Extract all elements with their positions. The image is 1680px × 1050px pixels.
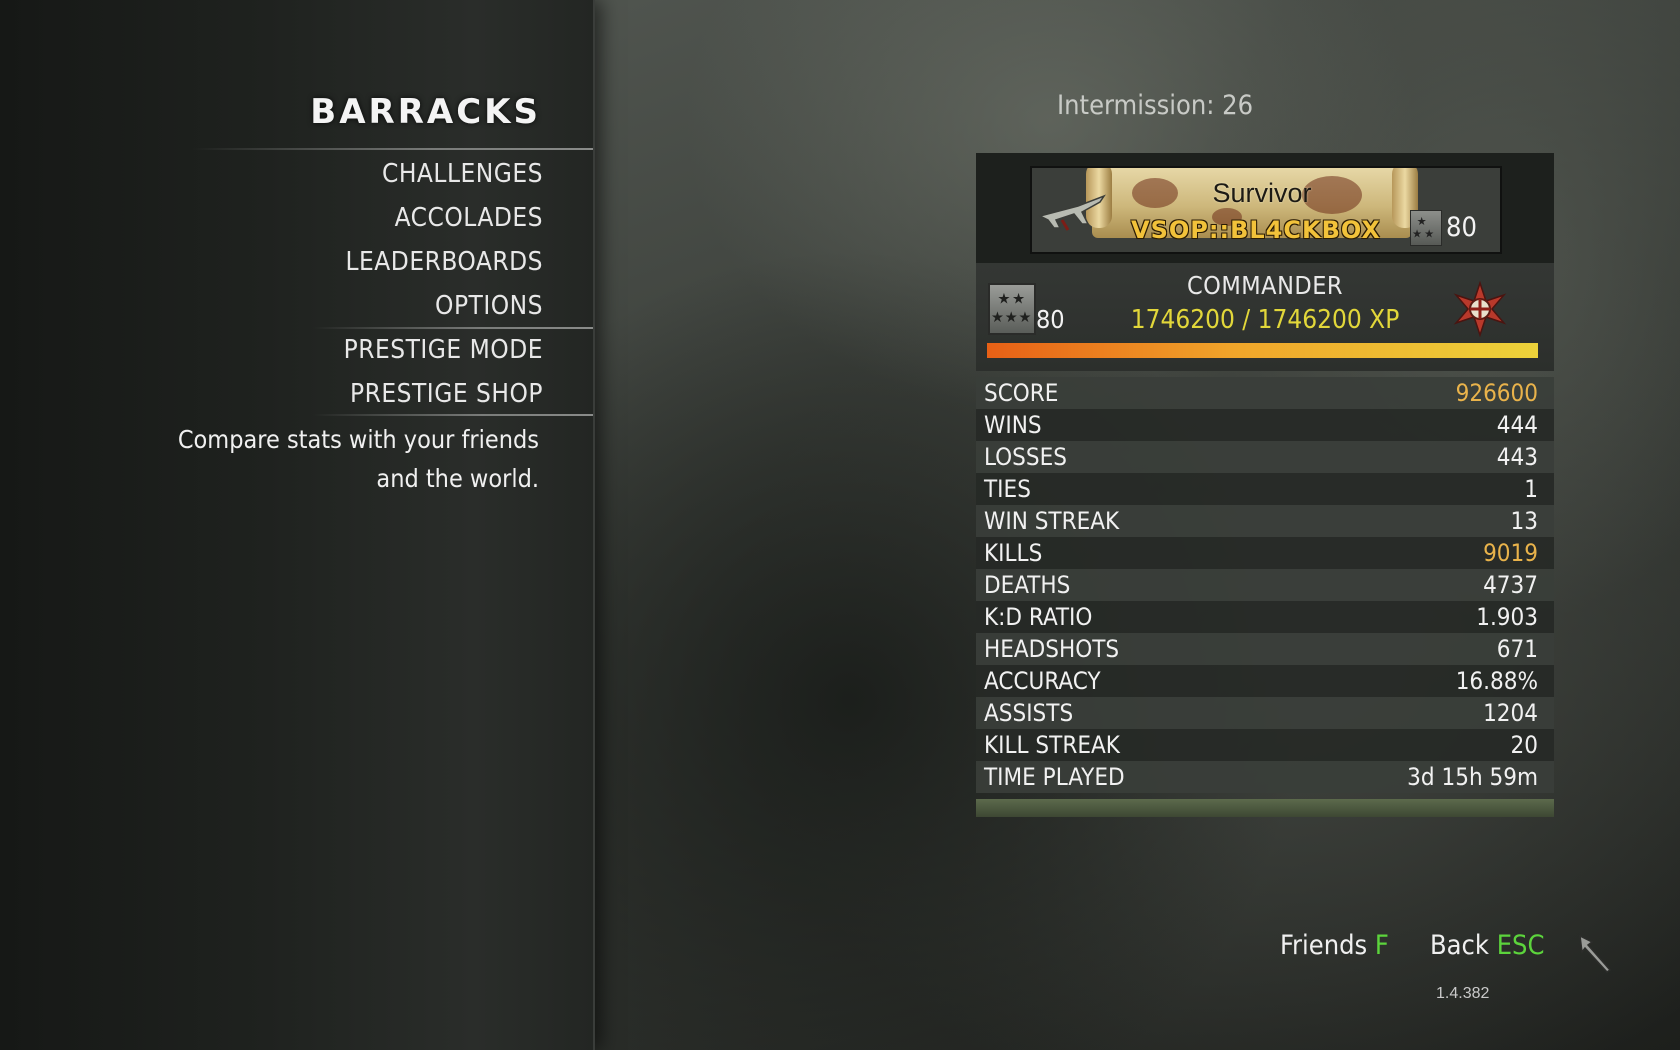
callsign-banner: Survivor VSOP::BL4CKBOX ★ ★ ★ 80: [1030, 166, 1502, 254]
menu-item-leaderboards[interactable]: LEADERBOARDS: [143, 242, 543, 282]
menu-title: BARRACKS: [310, 92, 541, 132]
stat-row: KILLS 9019: [976, 537, 1554, 569]
stat-value: 3d 15h 59m: [1407, 763, 1538, 791]
menu-item-challenges[interactable]: CHALLENGES: [143, 154, 543, 194]
back-label: Back: [1430, 930, 1489, 961]
stat-row: DEATHS 4737: [976, 569, 1554, 601]
callsign-title: Survivor: [1212, 178, 1312, 208]
menu-divider: [313, 327, 593, 329]
stats-table: SCORE 926600 WINS 444 LOSSES 443 TIES 1 WIN STRE…: [976, 377, 1554, 793]
menu-item-accolades[interactable]: ACCOLADES: [143, 198, 543, 238]
intermission-label: Intermission:: [1057, 90, 1215, 121]
svg-text:★: ★: [1412, 227, 1422, 240]
menu-item-prestige-shop[interactable]: PRESTIGE SHOP: [143, 374, 543, 414]
intermission-timer: Intermission: 26: [1057, 90, 1253, 121]
stat-row: KILL STREAK 20: [976, 729, 1554, 761]
menu-divider: [313, 414, 593, 416]
stat-label: HEADSHOTS: [984, 635, 1120, 663]
menu-item-options[interactable]: OPTIONS: [143, 286, 543, 326]
stat-label: WIN STREAK: [984, 507, 1120, 535]
back-key-hint: ESC: [1496, 930, 1545, 961]
description-line: Compare stats with your friends: [177, 425, 539, 454]
player-stats-card: Survivor VSOP::BL4CKBOX ★ ★ ★ 80 COMMAND…: [976, 153, 1554, 817]
stat-label: KILLS: [984, 539, 1043, 567]
friends-label: Friends: [1280, 930, 1368, 961]
stat-row: WINS 444: [976, 409, 1554, 441]
stat-row: WIN STREAK 13: [976, 505, 1554, 537]
stat-value: 20: [1510, 731, 1538, 759]
xp-max: 1746200 XP: [1257, 305, 1400, 335]
mouse-cursor-icon: [1579, 934, 1612, 973]
xp-progress-fill: [987, 343, 1538, 358]
stat-label: K:D RATIO: [984, 603, 1093, 631]
stat-value: 444: [1496, 411, 1538, 439]
stat-value: 13: [1510, 507, 1538, 535]
stat-label: DEATHS: [984, 571, 1071, 599]
svg-text:★: ★: [1424, 227, 1434, 240]
stat-label: WINS: [984, 411, 1042, 439]
stat-row: LOSSES 443: [976, 441, 1554, 473]
stat-label: LOSSES: [984, 443, 1067, 471]
menu-description: Compare stats with your friends and the …: [119, 420, 539, 498]
rank-section: COMMANDER ★ ★ ★ ★ ★ 80 1746200 / 1746200…: [976, 263, 1554, 371]
stat-label: SCORE: [984, 379, 1059, 407]
friends-button[interactable]: Friends F: [1280, 930, 1389, 961]
callsign-level: 80: [1446, 212, 1477, 243]
stat-value: 1.903: [1476, 603, 1538, 631]
stat-value: 671: [1496, 635, 1538, 663]
friends-key-hint: F: [1374, 930, 1389, 961]
rank-insignia-icon: ★ ★ ★: [1410, 210, 1442, 246]
svg-text:★: ★: [1417, 215, 1427, 228]
prestige-emblem-icon: [1453, 281, 1507, 337]
stat-row: ACCURACY 16.88%: [976, 665, 1554, 697]
xp-separator: /: [1234, 305, 1258, 335]
stat-row: ASSISTS 1204: [976, 697, 1554, 729]
menu-divider: [193, 148, 593, 150]
stat-row: SCORE 926600: [976, 377, 1554, 409]
stat-value: 1: [1524, 475, 1538, 503]
stat-value: 9019: [1483, 539, 1538, 567]
stat-value: 1204: [1483, 699, 1538, 727]
stat-value: 443: [1496, 443, 1538, 471]
card-footer-bar: [976, 799, 1554, 817]
intermission-value: 26: [1222, 90, 1254, 121]
stat-label: TIME PLAYED: [984, 763, 1125, 791]
description-line: and the world.: [376, 464, 539, 493]
stat-label: ACCURACY: [984, 667, 1101, 695]
back-button[interactable]: Back ESC: [1430, 930, 1544, 961]
stat-row: K:D RATIO 1.903: [976, 601, 1554, 633]
xp-progress-bar: [987, 343, 1538, 358]
player-gamertag: VSOP::BL4CKBOX: [1131, 216, 1381, 244]
stat-value: 4737: [1483, 571, 1538, 599]
stat-value: 16.88%: [1455, 667, 1538, 695]
plane-icon: [1038, 194, 1106, 231]
version-label: 1.4.382: [1436, 985, 1490, 1002]
stat-label: KILL STREAK: [984, 731, 1120, 759]
stat-label: ASSISTS: [984, 699, 1074, 727]
stat-row: TIES 1: [976, 473, 1554, 505]
stat-row: TIME PLAYED 3d 15h 59m: [976, 761, 1554, 793]
stat-row: HEADSHOTS 671: [976, 633, 1554, 665]
stat-label: TIES: [984, 475, 1031, 503]
menu-item-prestige-mode[interactable]: PRESTIGE MODE: [143, 330, 543, 370]
xp-current: 1746200: [1130, 305, 1235, 335]
callsign-banner-area: Survivor VSOP::BL4CKBOX ★ ★ ★ 80: [976, 153, 1554, 263]
barracks-menu-panel: BARRACKS CHALLENGES ACCOLADES LEADERBOAR…: [0, 0, 595, 1050]
stat-value: 926600: [1455, 379, 1538, 407]
